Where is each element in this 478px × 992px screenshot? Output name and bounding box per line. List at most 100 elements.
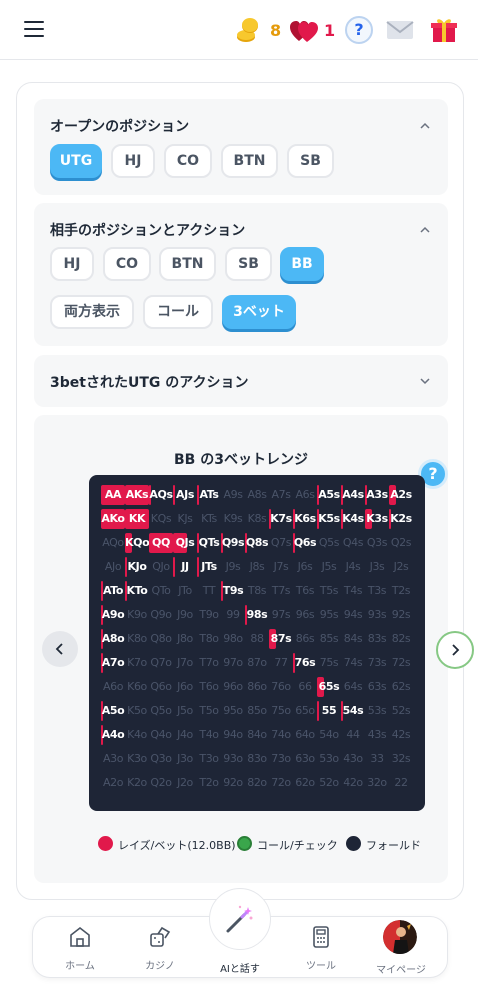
hand-cell-T8s[interactable]: T8s	[245, 579, 269, 603]
hand-cell-T2o[interactable]: T2o	[197, 771, 221, 795]
hand-cell-T6o[interactable]: T6o	[197, 675, 221, 699]
hand-cell-64o[interactable]: 64o	[293, 723, 317, 747]
hand-cell-93s[interactable]: 93s	[365, 603, 389, 627]
hand-cell-65s[interactable]: 65s	[317, 675, 341, 699]
hand-cell-TT[interactable]: TT	[197, 579, 221, 603]
hand-cell-52s[interactable]: 52s	[389, 699, 413, 723]
hand-cell-98o[interactable]: 98o	[221, 627, 245, 651]
hand-cell-K8o[interactable]: K8o	[125, 627, 149, 651]
hand-cell-Q3s[interactable]: Q3s	[365, 531, 389, 555]
hand-cell-KTo[interactable]: KTo	[125, 579, 149, 603]
hand-cell-97s[interactable]: 97s	[269, 603, 293, 627]
opponent-position-sb[interactable]: SB	[225, 247, 272, 281]
hand-cell-K8s[interactable]: K8s	[245, 507, 269, 531]
hand-cell-55[interactable]: 55	[317, 699, 341, 723]
hand-cell-J9s[interactable]: J9s	[221, 555, 245, 579]
3bet-action-panel[interactable]: 3betされたUTG のアクション	[34, 355, 448, 407]
hand-cell-88[interactable]: 88	[245, 627, 269, 651]
hand-cell-Q5o[interactable]: Q5o	[149, 699, 173, 723]
hand-cell-J8o[interactable]: J8o	[173, 627, 197, 651]
hand-cell-J7s[interactable]: J7s	[269, 555, 293, 579]
open-position-utg[interactable]: UTG	[50, 144, 102, 178]
hand-cell-62s[interactable]: 62s	[389, 675, 413, 699]
hand-cell-43s[interactable]: 43s	[365, 723, 389, 747]
hand-cell-Q4o[interactable]: Q4o	[149, 723, 173, 747]
hand-cell-97o[interactable]: 97o	[221, 651, 245, 675]
hand-cell-A5o[interactable]: A5o	[101, 699, 125, 723]
hand-cell-63s[interactable]: 63s	[365, 675, 389, 699]
hand-cell-Q4s[interactable]: Q4s	[341, 531, 365, 555]
hand-cell-J6o[interactable]: J6o	[173, 675, 197, 699]
hand-cell-92s[interactable]: 92s	[389, 603, 413, 627]
hand-cell-JJ[interactable]: JJ	[173, 555, 197, 579]
hand-cell-72o[interactable]: 72o	[269, 771, 293, 795]
chevron-down-icon[interactable]	[420, 376, 430, 386]
hand-cell-86o[interactable]: 86o	[245, 675, 269, 699]
hand-cell-T5s[interactable]: T5s	[317, 579, 341, 603]
hand-cell-82o[interactable]: 82o	[245, 771, 269, 795]
hand-cell-A9s[interactable]: A9s	[221, 483, 245, 507]
hand-cell-QJs[interactable]: QJs	[173, 531, 197, 555]
hand-cell-KTs[interactable]: KTs	[197, 507, 221, 531]
hand-cell-A8o[interactable]: A8o	[101, 627, 125, 651]
hand-cell-93o[interactable]: 93o	[221, 747, 245, 771]
hand-cell-T4s[interactable]: T4s	[341, 579, 365, 603]
hand-cell-A4o[interactable]: A4o	[101, 723, 125, 747]
hand-cell-AQo[interactable]: AQo	[101, 531, 125, 555]
nav-home[interactable]: ホーム	[45, 925, 115, 972]
hand-cell-QQ[interactable]: QQ	[149, 531, 173, 555]
hand-cell-J8s[interactable]: J8s	[245, 555, 269, 579]
chevron-up-icon[interactable]	[420, 225, 430, 235]
opponent-position-co[interactable]: CO	[103, 247, 151, 281]
hand-cell-Q2o[interactable]: Q2o	[149, 771, 173, 795]
hand-cell-A4s[interactable]: A4s	[341, 483, 365, 507]
hand-cell-A7s[interactable]: A7s	[269, 483, 293, 507]
help-icon[interactable]: ?	[345, 16, 373, 44]
nav-mypage[interactable]: マイページ	[366, 961, 436, 976]
hand-cell-62o[interactable]: 62o	[293, 771, 317, 795]
hand-cell-83o[interactable]: 83o	[245, 747, 269, 771]
hand-cell-95o[interactable]: 95o	[221, 699, 245, 723]
hand-cell-K7s[interactable]: K7s	[269, 507, 293, 531]
hand-cell-Q7s[interactable]: Q7s	[269, 531, 293, 555]
hand-cell-Q6o[interactable]: Q6o	[149, 675, 173, 699]
hand-cell-53s[interactable]: 53s	[365, 699, 389, 723]
hand-cell-76s[interactable]: 76s	[293, 651, 317, 675]
hand-cell-T8o[interactable]: T8o	[197, 627, 221, 651]
hand-cell-ATs[interactable]: ATs	[197, 483, 221, 507]
hand-cell-J4s[interactable]: J4s	[341, 555, 365, 579]
hand-cell-A2o[interactable]: A2o	[101, 771, 125, 795]
hand-cell-T9s[interactable]: T9s	[221, 579, 245, 603]
hand-cell-94o[interactable]: 94o	[221, 723, 245, 747]
hand-cell-J3s[interactable]: J3s	[365, 555, 389, 579]
hand-cell-96o[interactable]: 96o	[221, 675, 245, 699]
hand-cell-A2s[interactable]: A2s	[389, 483, 413, 507]
gift-icon[interactable]	[431, 17, 457, 43]
hand-cell-AQs[interactable]: AQs	[149, 483, 173, 507]
hand-cell-KJs[interactable]: KJs	[173, 507, 197, 531]
hand-cell-33[interactable]: 33	[365, 747, 389, 771]
hand-cell-44[interactable]: 44	[341, 723, 365, 747]
hand-cell-72s[interactable]: 72s	[389, 651, 413, 675]
hand-cell-32s[interactable]: 32s	[389, 747, 413, 771]
hand-cell-Q9o[interactable]: Q9o	[149, 603, 173, 627]
hand-cell-KJo[interactable]: KJo	[125, 555, 149, 579]
hand-cell-A9o[interactable]: A9o	[101, 603, 125, 627]
hand-cell-94s[interactable]: 94s	[341, 603, 365, 627]
hand-cell-65o[interactable]: 65o	[293, 699, 317, 723]
hand-cell-64s[interactable]: 64s	[341, 675, 365, 699]
hand-cell-Q8o[interactable]: Q8o	[149, 627, 173, 651]
chevron-up-icon[interactable]	[420, 121, 430, 131]
hand-cell-T6s[interactable]: T6s	[293, 579, 317, 603]
hand-cell-JTo[interactable]: JTo	[173, 579, 197, 603]
hand-cell-54s[interactable]: 54s	[341, 699, 365, 723]
hand-cell-Q8s[interactable]: Q8s	[245, 531, 269, 555]
hand-cell-T3o[interactable]: T3o	[197, 747, 221, 771]
hand-cell-K6o[interactable]: K6o	[125, 675, 149, 699]
hand-cell-63o[interactable]: 63o	[293, 747, 317, 771]
hand-cell-J5o[interactable]: J5o	[173, 699, 197, 723]
hand-cell-K3s[interactable]: K3s	[365, 507, 389, 531]
hand-cell-Q5s[interactable]: Q5s	[317, 531, 341, 555]
hand-cell-A3s[interactable]: A3s	[365, 483, 389, 507]
hand-cell-J2s[interactable]: J2s	[389, 555, 413, 579]
